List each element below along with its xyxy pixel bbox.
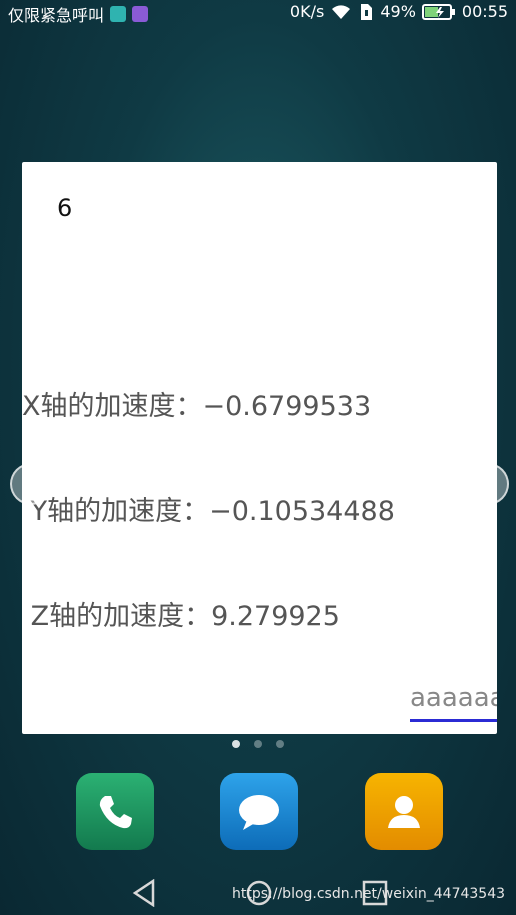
clock: 00:55	[461, 2, 508, 21]
phone-icon	[99, 795, 132, 828]
battery-percent: 49%	[380, 2, 416, 21]
sim-icon	[361, 3, 373, 20]
page-dot[interactable]	[232, 740, 240, 748]
battery-charging-icon	[421, 3, 455, 20]
app-icon-purple	[132, 6, 149, 22]
back-icon[interactable]	[131, 879, 157, 907]
page-dot[interactable]	[254, 740, 262, 748]
next-page-button[interactable]	[467, 463, 509, 505]
phone-app-icon[interactable]	[76, 773, 154, 850]
accelerometer-readings: X轴的加速度：−0.6799533 Y轴的加速度：−0.10534488 Z轴的…	[22, 319, 395, 704]
page-indicator	[232, 740, 284, 748]
wifi-icon	[332, 4, 351, 19]
network-speed: 0K/s	[289, 2, 325, 21]
chevron-right-icon	[484, 476, 494, 492]
prev-page-button[interactable]	[10, 463, 52, 505]
page-dot[interactable]	[276, 740, 284, 748]
app-icon-teal	[110, 6, 127, 22]
contacts-icon	[388, 795, 420, 828]
carrier-status-text: 仅限紧急呼叫	[8, 6, 105, 25]
chevron-left-icon	[25, 476, 35, 492]
text-input[interactable]: aaaaaa	[410, 676, 497, 722]
messages-app-icon[interactable]	[220, 773, 298, 850]
status-bar: 仅限紧急呼叫 0K/s 49% 00:55	[0, 0, 516, 26]
contacts-app-icon[interactable]	[365, 773, 443, 850]
watermark-url: https://blog.csdn.net/weixin_44743543	[232, 886, 506, 902]
x-acceleration: X轴的加速度：−0.6799533	[22, 391, 372, 422]
counter-label: 6	[57, 194, 73, 222]
y-acceleration: Y轴的加速度：−0.10534488	[22, 496, 395, 527]
sensor-dialog: 6 X轴的加速度：−0.6799533 Y轴的加速度：−0.10534488 Z…	[22, 162, 497, 734]
message-icon	[239, 794, 279, 830]
z-acceleration: Z轴的加速度：9.279925	[22, 601, 340, 632]
input-underline	[410, 719, 497, 722]
text-input-value: aaaaaa	[410, 683, 497, 713]
